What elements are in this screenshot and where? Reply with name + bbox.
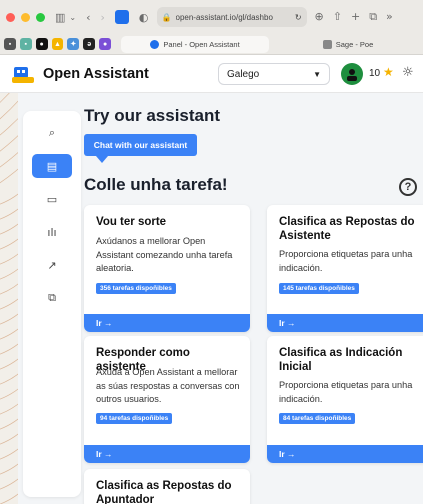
chat-with-assistant-button[interactable]: Chat with our assistant (84, 134, 197, 156)
try-heading: Try our assistant (84, 106, 221, 125)
lock-icon: 🔒 (161, 12, 172, 22)
search-icon: ⌕ (48, 126, 56, 139)
sidebar-toggle-icon[interactable]: ▥ (55, 11, 65, 24)
pinned-tab-icon[interactable]: ▪ (19, 38, 32, 50)
address-bar[interactable]: 🔒 open-assistant.io/gl/dashbo ↻ (156, 7, 307, 27)
user-icon (347, 69, 357, 81)
task-card-reply-as-assistant[interactable]: Responder como asistente Axuda a Open As… (84, 336, 250, 463)
poe-favicon-icon (322, 39, 332, 49)
share-icon[interactable]: ⇧ (333, 10, 342, 24)
language-value: Galego (227, 68, 260, 80)
card-description: Axuda a Open Assistant a mellorar as súa… (96, 367, 240, 404)
tab-label: Panel - Open Assistant (163, 39, 240, 49)
sidebar-item-stats[interactable]: ılı (32, 220, 72, 244)
download-icon[interactable]: ⊕ (315, 10, 324, 24)
speech-bubble-tail (96, 156, 108, 163)
browser-chrome: ▥ ⌄ ‹ › ◐ 🔒 open-assistant.io/gl/dashbo … (0, 0, 423, 55)
card-title: Clasifica as Repostas do Apuntador (96, 480, 232, 504)
chevron-down-icon[interactable]: ⌄ (69, 13, 76, 22)
window-controls (6, 12, 45, 22)
card-description: Proporciona etiquetas para unha indicaci… (279, 249, 413, 273)
close-window-button[interactable] (6, 12, 15, 22)
sidebar: ⌕ ▤ ▭ ılı ↗ ⧉ (23, 111, 81, 497)
tasks-available-badge: 94 tarefas dispoñibles (96, 413, 173, 424)
go-button[interactable]: Ir → (84, 314, 250, 332)
sidebar-item-messages[interactable]: ▭ (32, 187, 72, 211)
main-content: ⌕ ▤ ▭ ılı ↗ ⧉ Try our assistant Chat wit… (18, 93, 423, 504)
tab-sage-poe[interactable]: Sage - Poe (273, 36, 423, 53)
task-card-random[interactable]: Vou ter sorte Axúdanos a mellorar Open A… (84, 205, 250, 332)
language-select[interactable]: Galego ▼ (218, 63, 330, 85)
external-link-icon: ⧉ (48, 291, 56, 304)
messages-icon: ▭ (46, 192, 58, 206)
dashboard-icon: ▤ (46, 159, 58, 173)
card-description: Proporciona etiquetas para unha indicaci… (279, 380, 413, 404)
score-count: 10 (369, 68, 381, 79)
card-description: Axúdanos a mellorar Open Assistant comez… (96, 236, 233, 273)
tab-open-assistant[interactable]: Panel - Open Assistant (121, 35, 270, 53)
theme-toggle-icon[interactable]: ☼ (402, 65, 414, 80)
sidebar-item-dashboard[interactable]: ▤ (32, 154, 72, 178)
pinned-tab-icon[interactable]: ▪ (4, 38, 16, 50)
card-title: Clasifica as Repostas do Asistente (279, 216, 415, 242)
app-title[interactable]: Open Assistant (43, 66, 149, 82)
maximize-window-button[interactable] (36, 12, 45, 22)
tasks-available-badge: 356 tarefas dispoñibles (96, 283, 176, 294)
card-title: Vou ter sorte (96, 216, 167, 228)
open-assistant-favicon-icon (150, 39, 160, 49)
card-title: Clasifica as Indicación Inicial (279, 347, 403, 373)
tab-label: Sage - Poe (335, 39, 374, 49)
tab-overview-icon[interactable]: ⧉ (369, 10, 377, 24)
sidebar-item-external[interactable]: ⧉ (32, 286, 72, 310)
star-icon: ★ (383, 65, 394, 79)
task-heading: Colle unha tarefa! (84, 175, 228, 194)
browser-titlebar: ▥ ⌄ ‹ › ◐ 🔒 open-assistant.io/gl/dashbo … (0, 0, 423, 34)
minimize-window-button[interactable] (21, 12, 30, 22)
task-card-rank-initial-prompts[interactable]: Clasifica as Indicación Inicial Proporci… (267, 336, 423, 463)
chevron-down-icon: ▼ (313, 69, 321, 79)
trending-icon: ↗ (47, 258, 57, 272)
task-card-rank-assistant-replies[interactable]: Clasifica as Repostas do Asistente Propo… (267, 205, 423, 332)
shield-icon[interactable]: ◐ (139, 11, 149, 24)
sidebar-item-search[interactable]: ⌕ (32, 121, 72, 145)
back-icon[interactable]: ‹ (86, 11, 90, 24)
browser-toolbar: ⊕ ⇧ + ⧉ » (315, 10, 393, 24)
help-icon[interactable]: ? (399, 178, 417, 196)
go-button[interactable]: Ir → (84, 445, 250, 463)
more-tabs-icon[interactable]: » (386, 10, 393, 24)
open-assistant-logo-icon[interactable] (12, 63, 34, 85)
avatar[interactable] (341, 63, 363, 85)
forward-icon[interactable]: › (101, 11, 105, 24)
go-button[interactable]: Ir → (267, 445, 423, 463)
reload-icon[interactable]: ↻ (295, 13, 302, 22)
task-card-rank-prompter-replies[interactable]: Clasifica as Repostas do Apuntador (84, 469, 250, 504)
tasks-available-badge: 84 tarefas dispoñibles (279, 413, 356, 424)
pinned-tab-icon[interactable]: ▲ (51, 38, 64, 50)
pinned-tab-icon[interactable]: ə (83, 38, 96, 50)
sidebar-item-trending[interactable]: ↗ (32, 253, 72, 277)
url-text: open-assistant.io/gl/dashbo (175, 12, 273, 22)
new-tab-icon[interactable]: + (351, 10, 360, 24)
pinned-tab-icon[interactable]: ✦ (67, 38, 80, 50)
app-header: Open Assistant Galego ▼ 10 ★ ☼ (0, 55, 423, 93)
pinned-tab-icon[interactable]: ● (35, 38, 48, 50)
pinned-tab-icon[interactable]: ● (99, 38, 112, 50)
extension-icon[interactable] (114, 10, 129, 24)
go-button[interactable]: Ir → (267, 314, 423, 332)
tasks-available-badge: 145 tarefas dispoñibles (279, 283, 359, 294)
stats-icon: ılı (47, 225, 57, 239)
tab-bar: ▪ ▪ ● ▲ ✦ ə ● Panel - Open Assistant Sag… (0, 34, 423, 55)
